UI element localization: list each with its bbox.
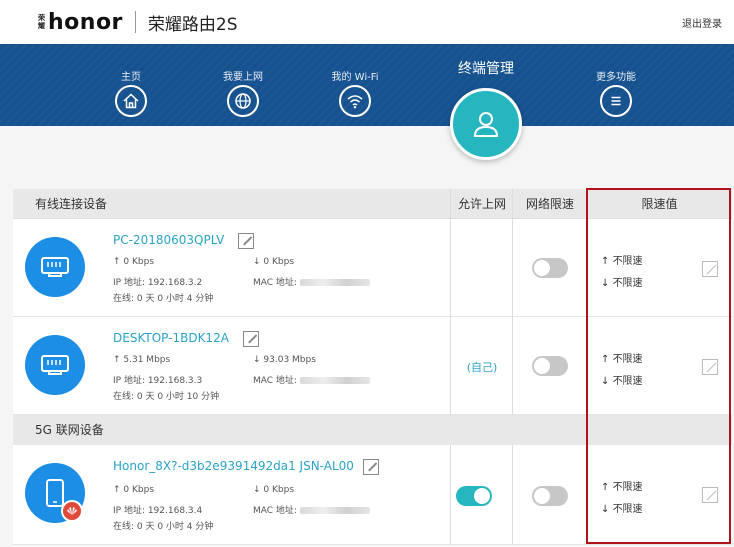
online-time: 在线: 0 天 0 小时 4 分钟	[113, 522, 214, 532]
top-bar: 荣 耀 honor 荣耀路由2S 退出登录	[0, 0, 734, 44]
mac-redacted	[299, 279, 370, 286]
edit-name-icon[interactable]	[243, 331, 259, 347]
download-rate: ↓ 0 Kbps	[253, 485, 295, 495]
menu-icon	[600, 85, 632, 117]
device-name[interactable]: PC-20180603QPLV	[113, 233, 224, 247]
divider	[586, 445, 587, 545]
table-row: PC-20180603QPLV ↑ 0 Kbps ↓ 0 Kbps IP 地址:…	[13, 219, 732, 317]
brand-logo-text: honor	[48, 9, 123, 35]
wifi-icon	[339, 85, 371, 117]
mac-address: MAC 地址:	[253, 275, 370, 288]
divider	[450, 189, 451, 415]
logout-link[interactable]: 退出登录	[682, 15, 722, 30]
limit-up: ↑ 不限速	[601, 482, 643, 493]
header-wired: 有线连接设备	[35, 197, 108, 211]
download-rate: ↓ 0 Kbps	[253, 257, 295, 267]
download-rate: ↓ 93.03 Mbps	[253, 355, 316, 365]
online-time: 在线: 0 天 0 小时 4 分钟	[113, 294, 214, 304]
edit-limit-icon[interactable]	[702, 487, 718, 503]
limit-down: ↓ 不限速	[601, 504, 643, 515]
header-speed-limit: 网络限速	[525, 197, 574, 211]
mac-address: MAC 地址:	[253, 373, 370, 386]
limit-up: ↑ 不限速	[601, 256, 643, 267]
ip-address: IP 地址: 192.168.3.2	[113, 278, 203, 288]
logo-divider	[134, 11, 136, 33]
mac-redacted	[299, 377, 370, 384]
nav-item-more[interactable]: 更多功能	[576, 68, 656, 117]
nav-item-home[interactable]: 主页	[91, 68, 171, 117]
ip-address: IP 地址: 192.168.3.4	[113, 506, 203, 516]
edit-limit-icon[interactable]	[702, 359, 718, 375]
nav-item-terminal[interactable]	[450, 88, 522, 160]
speed-limit-toggle[interactable]	[532, 486, 568, 506]
mac-address: MAC 地址:	[253, 503, 370, 516]
nav-item-wifi[interactable]: 我的 Wi-Fi	[315, 68, 395, 117]
allow-internet-toggle[interactable]	[456, 486, 492, 506]
mac-redacted	[299, 507, 370, 514]
upload-rate: ↑ 5.31 Mbps	[113, 355, 171, 365]
upload-rate: ↑ 0 Kbps	[113, 485, 155, 495]
divider	[586, 189, 587, 415]
product-title: 荣耀路由2S	[147, 14, 238, 35]
edit-name-icon[interactable]	[238, 233, 254, 249]
limit-down: ↓ 不限速	[601, 278, 643, 289]
divider	[450, 445, 451, 545]
table-row: Honor_8X?-d3b2e9391492da1 JSN-AL00 ↑ 0 K…	[13, 445, 732, 545]
user-icon	[473, 112, 499, 137]
device-name[interactable]: DESKTOP-1BDK12A	[113, 331, 229, 345]
table-header: 有线连接设备 允许上网 网络限速 限速值	[13, 189, 732, 219]
self-label: (自己)	[466, 361, 498, 374]
divider	[512, 189, 513, 415]
home-icon	[115, 85, 147, 117]
nav-item-internet[interactable]: 我要上网	[203, 68, 283, 117]
edit-name-icon[interactable]	[363, 459, 379, 475]
device-name[interactable]: Honor_8X?-d3b2e9391492da1 JSN-AL00	[113, 459, 354, 473]
brand-logo-cn: 荣 耀	[38, 14, 45, 30]
speed-limit-toggle[interactable]	[532, 258, 568, 278]
header-allow: 允许上网	[457, 197, 506, 211]
table-row: DESKTOP-1BDK12A ↑ 5.31 Mbps ↓ 93.03 Mbps…	[13, 317, 732, 415]
upload-rate: ↑ 0 Kbps	[113, 257, 155, 267]
edit-limit-icon[interactable]	[702, 261, 718, 277]
speed-limit-toggle[interactable]	[532, 356, 568, 376]
divider	[512, 445, 513, 545]
globe-icon	[227, 85, 259, 117]
ip-address: IP 地址: 192.168.3.3	[113, 376, 203, 386]
huawei-badge-icon	[61, 500, 83, 522]
header-limit-value: 限速值	[641, 197, 678, 211]
brand-logo: 荣 耀 honor 荣耀路由2S	[38, 9, 238, 35]
nav-bar: 主页 我要上网 我的 Wi-Fi 更多功能	[0, 44, 734, 126]
ethernet-icon	[25, 237, 85, 297]
limit-down: ↓ 不限速	[601, 376, 643, 387]
limit-up: ↑ 不限速	[601, 354, 643, 365]
ethernet-icon	[25, 335, 85, 395]
section-5g: 5G 联网设备	[13, 415, 732, 445]
online-time: 在线: 0 天 0 小时 10 分钟	[113, 392, 220, 402]
